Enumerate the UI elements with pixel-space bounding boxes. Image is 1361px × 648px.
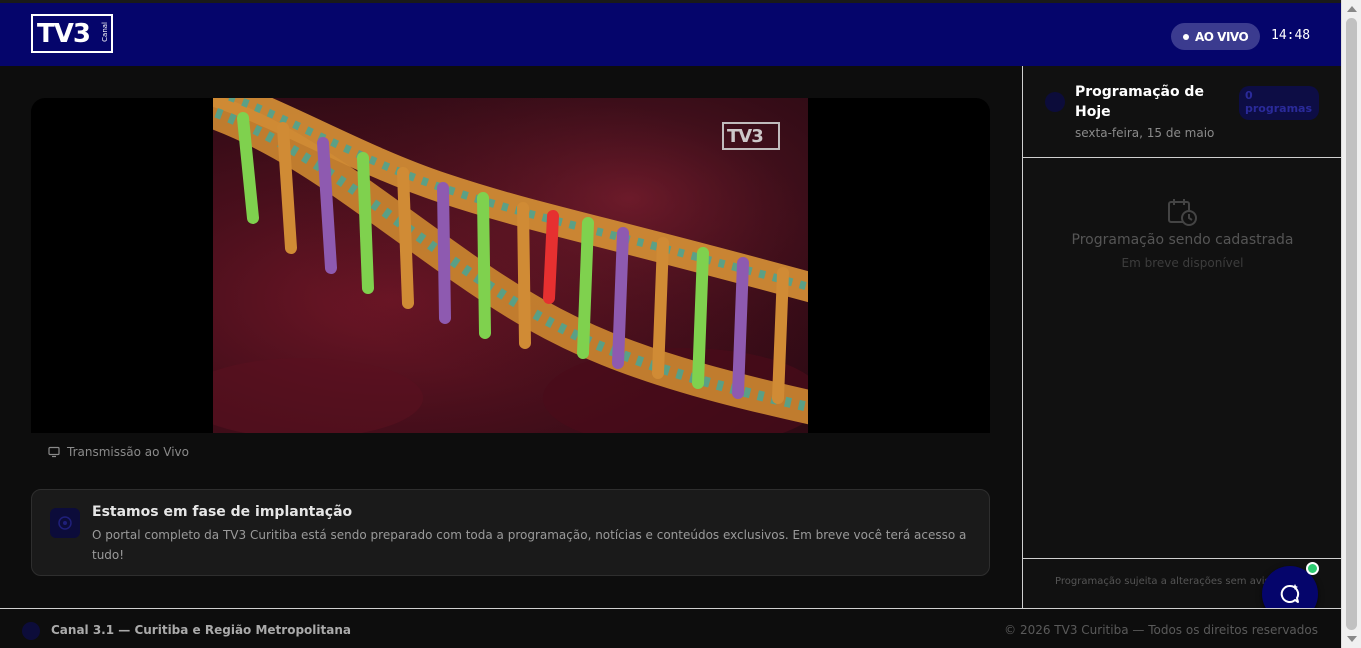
scroll-up-icon[interactable]	[1347, 6, 1357, 12]
schedule-title: Programação de Hoje	[1075, 84, 1204, 120]
schedule-date: sexta-feira, 15 de maio	[1075, 126, 1215, 140]
live-label: AO VIVO	[1195, 29, 1249, 44]
program-count-badge: 0 programas	[1239, 86, 1319, 120]
logo-sub: Canal	[101, 22, 109, 42]
notice-title: Estamos em fase de implantação	[92, 504, 353, 520]
dna-helix-image	[213, 98, 808, 433]
site-footer: Canal 3.1 — Curitiba e Região Metropolit…	[0, 608, 1341, 648]
stream-label: Transmissão ao Vivo	[48, 445, 189, 459]
channel-icon	[22, 622, 40, 640]
empty-state-subtitle: Em breve disponível	[1121, 256, 1244, 270]
clock: 14:48	[1271, 28, 1311, 43]
schedule-icon	[1045, 92, 1065, 112]
notice-text: O portal completo da TV3 Curitiba está s…	[92, 528, 967, 562]
calendar-clock-icon	[1168, 199, 1197, 226]
scroll-down-icon[interactable]	[1347, 636, 1357, 642]
chat-sparkle-icon	[1280, 584, 1300, 603]
scroll-thumb[interactable]	[1346, 18, 1357, 630]
page-scrollbar[interactable]	[1341, 0, 1361, 648]
schedule-header: Programação de Hoje sexta-feira, 15 de m…	[1023, 66, 1342, 158]
video-watermark: TV3	[722, 122, 780, 150]
video-frame[interactable]: TV3	[213, 98, 808, 433]
schedule-panel: Programação de Hoje sexta-feira, 15 de m…	[1022, 66, 1342, 608]
main-content: TV3 Transmissão ao Vivo Estamos em fase …	[0, 66, 1022, 608]
video-player[interactable]: TV3	[31, 98, 990, 433]
implementation-notice: Estamos em fase de implantação O portal …	[31, 489, 990, 576]
channel-info: Canal 3.1 — Curitiba e Região Metropolit…	[51, 623, 351, 637]
schedule-footnote: Programação sujeita a alterações sem avi…	[1055, 576, 1285, 587]
info-icon	[50, 508, 80, 538]
live-badge: AO VIVO	[1171, 23, 1261, 50]
tv3-logo[interactable]: TV3 Canal	[31, 14, 113, 53]
online-status-dot	[1306, 562, 1319, 575]
empty-state-title: Programação sendo cadastrada	[1071, 232, 1294, 248]
copyright: © 2026 TV3 Curitiba — Todos os direitos …	[1004, 623, 1318, 637]
live-dot-icon	[1183, 33, 1189, 40]
logo-text: TV3	[37, 18, 91, 49]
monitor-icon	[48, 446, 60, 458]
site-header: TV3 Canal AO VIVO 14:48	[0, 0, 1341, 66]
stream-label-text: Transmissão ao Vivo	[67, 445, 189, 459]
